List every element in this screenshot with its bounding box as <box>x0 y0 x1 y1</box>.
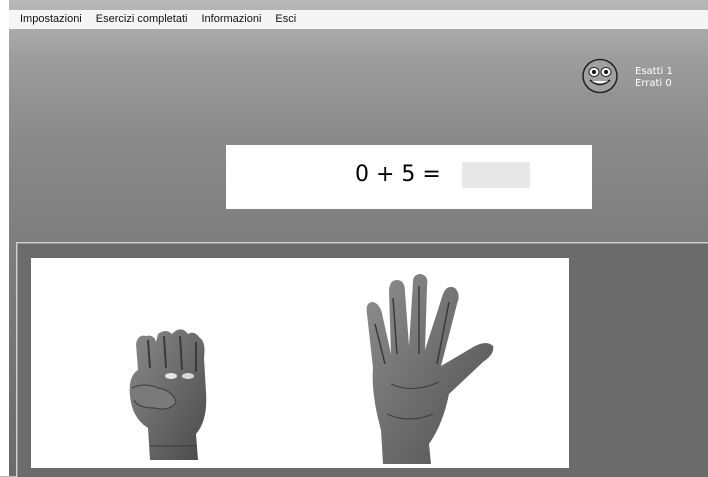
equation-text: 0 + 5 = <box>355 162 441 187</box>
hands-canvas <box>31 258 569 468</box>
menu-impostazioni[interactable]: Impostazioni <box>9 10 89 29</box>
window-edge <box>0 0 9 476</box>
smiley-face-icon <box>582 58 618 94</box>
open-hand-icon <box>366 274 494 464</box>
closed-fist-hand-icon <box>129 329 207 460</box>
menu-bar: Impostazioni Esercizi completati Informa… <box>9 10 708 29</box>
answer-input[interactable] <box>462 162 530 188</box>
menu-informazioni[interactable]: Informazioni <box>194 10 268 29</box>
menu-esercizi-completati[interactable]: Esercizi completati <box>89 10 195 29</box>
wrong-count: Errati 0 <box>635 78 672 89</box>
correct-count: Esatti 1 <box>635 66 673 77</box>
exercise-panel: 0 + 5 = <box>226 145 592 209</box>
menu-esci[interactable]: Esci <box>268 10 303 29</box>
hands-panel <box>16 242 708 477</box>
score-display: Esatti 1 Errati 0 <box>635 66 673 90</box>
